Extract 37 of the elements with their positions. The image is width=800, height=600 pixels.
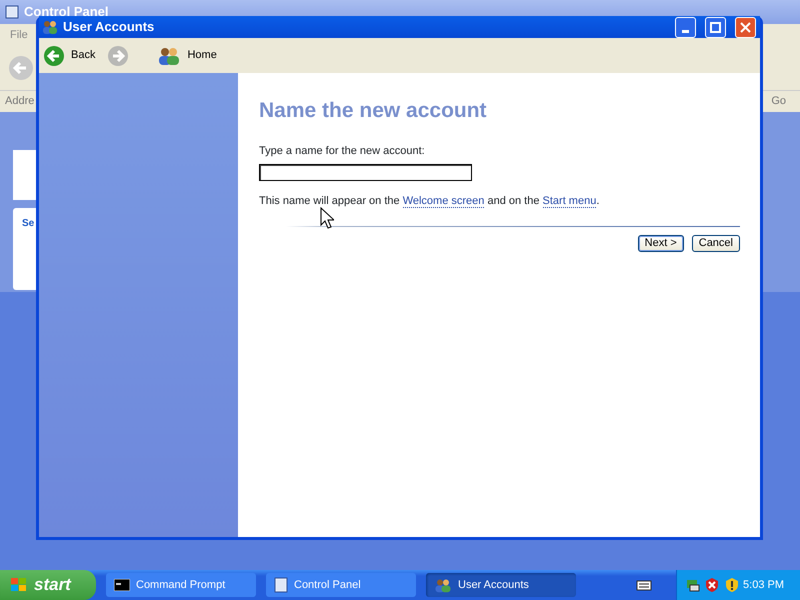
control-panel-icon — [4, 4, 20, 20]
go-button[interactable]: Go — [771, 93, 786, 110]
taskbar-button[interactable]: User Accounts — [426, 573, 576, 597]
minimize-button[interactable] — [675, 16, 696, 38]
next-button[interactable]: Next > — [638, 234, 684, 252]
mouse-pointer — [320, 207, 334, 229]
taskbar-button[interactable]: Control Panel — [266, 573, 416, 597]
close-button[interactable] — [735, 16, 756, 38]
close-icon — [740, 22, 751, 32]
control-panel-icon — [274, 577, 288, 593]
users-icon — [157, 46, 182, 66]
shield-icon[interactable] — [724, 577, 740, 593]
shield-icon[interactable] — [704, 577, 720, 593]
taskbar-button[interactable]: Command Prompt — [106, 573, 256, 597]
flag-icon — [10, 577, 28, 593]
users-icon — [42, 20, 58, 34]
link[interactable]: Welcome screen — [402, 195, 484, 208]
forward-icon — [107, 44, 130, 66]
field-label: Type a name for the new account: — [259, 144, 426, 158]
clock: 5:03 PM — [743, 578, 784, 593]
info-text: This name will appear on the Welcome screen and on the Start menu. — [259, 194, 600, 210]
cancel-button[interactable]: Cancel — [692, 234, 740, 252]
keyboard-icon[interactable] — [636, 579, 652, 591]
back-icon — [43, 44, 65, 66]
panel-heading: Se — [22, 217, 34, 231]
address-label: Addre — [5, 94, 34, 110]
console-icon — [114, 579, 130, 591]
home-button[interactable]: Home — [157, 46, 223, 66]
back-button[interactable]: Back — [43, 44, 102, 66]
minimize-icon — [682, 30, 689, 32]
network-icon[interactable] — [685, 577, 700, 593]
name-field[interactable] — [259, 164, 472, 181]
maximize-icon — [710, 22, 721, 32]
page-heading: Name the new account — [259, 98, 488, 124]
users-icon — [434, 578, 452, 592]
link[interactable]: Start menu — [542, 195, 596, 208]
maximize-button[interactable] — [705, 16, 726, 38]
